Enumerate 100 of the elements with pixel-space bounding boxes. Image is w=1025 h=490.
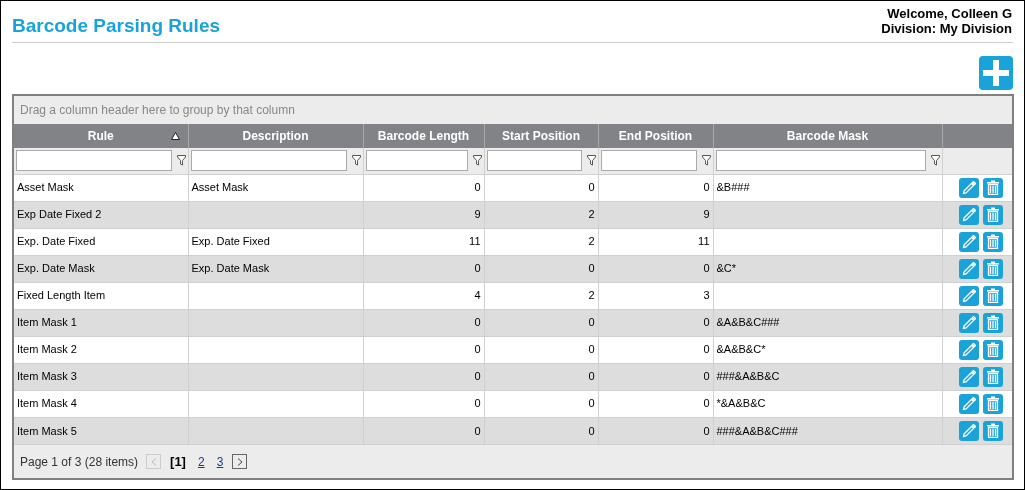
table-cell: 0 — [474, 316, 481, 329]
edit-button[interactable] — [959, 393, 980, 414]
filter-icon[interactable] — [472, 155, 482, 167]
filter-field[interactable] — [600, 150, 697, 172]
page-link[interactable]: 2 — [194, 452, 208, 471]
table-cell: 2 — [588, 289, 595, 302]
group-hint: Drag a column header here to group by that column — [20, 102, 295, 119]
pencil-icon — [962, 342, 977, 357]
edit-button[interactable] — [959, 366, 980, 387]
table-cell: 3 — [703, 289, 710, 302]
edit-button[interactable] — [959, 312, 980, 333]
table-cell: Exp. Date Fixed — [17, 235, 96, 248]
table-cell: &C* — [716, 262, 737, 275]
table-cell: &A&B&C* — [716, 343, 766, 356]
page-title: Barcode Parsing Rules — [12, 16, 221, 35]
pencil-icon — [962, 261, 977, 276]
table-cell: Item Mask 2 — [17, 343, 77, 356]
trash-icon — [986, 180, 1001, 195]
add-button[interactable] — [979, 56, 1013, 90]
delete-button[interactable] — [983, 204, 1004, 225]
pencil-icon — [962, 423, 977, 438]
chevron-right-icon — [236, 457, 243, 466]
table-cell: Asset Mask — [17, 181, 74, 194]
edit-button[interactable] — [959, 231, 980, 252]
table-cell: Asset Mask — [191, 181, 249, 194]
filter-field[interactable] — [486, 150, 582, 172]
pager-summary: Page 1 of 3 (28 items) — [20, 453, 139, 471]
table-cell: Exp. Date Mask — [17, 262, 95, 275]
trash-icon — [986, 369, 1001, 384]
delete-button[interactable] — [983, 366, 1004, 387]
table-cell: 0 — [474, 424, 481, 437]
trash-icon — [986, 342, 1001, 357]
table-cell: 0 — [588, 424, 595, 437]
table-cell: 9 — [474, 208, 481, 221]
table-cell: 2 — [588, 235, 595, 248]
trash-icon — [986, 261, 1001, 276]
filter-field[interactable] — [16, 150, 172, 172]
filter-icon[interactable] — [930, 155, 940, 167]
table-cell: ###&A&B&C### — [716, 424, 798, 437]
delete-button[interactable] — [983, 312, 1004, 333]
edit-button[interactable] — [959, 339, 980, 360]
table-cell: Item Mask 3 — [17, 370, 77, 383]
trash-icon — [986, 423, 1001, 439]
trash-icon — [986, 396, 1001, 411]
delete-button[interactable] — [983, 393, 1004, 414]
edit-button[interactable] — [959, 177, 980, 198]
table-cell: 0 — [703, 316, 710, 329]
table-cell: 0 — [588, 397, 595, 410]
table-cell: 9 — [703, 208, 710, 221]
filter-field[interactable] — [190, 150, 347, 172]
delete-button[interactable] — [983, 420, 1004, 441]
table-cell: 0 — [703, 370, 710, 383]
filter-icon[interactable] — [351, 155, 361, 167]
table-cell: 2 — [588, 208, 595, 221]
pencil-icon — [962, 288, 977, 303]
pencil-icon — [962, 315, 977, 330]
table-cell: 0 — [703, 343, 710, 356]
filter-icon[interactable] — [701, 155, 711, 167]
delete-button[interactable] — [983, 231, 1004, 252]
table-cell: Item Mask 4 — [17, 397, 77, 410]
table-cell: 0 — [588, 262, 595, 275]
delete-button[interactable] — [983, 339, 1004, 360]
pencil-icon — [962, 180, 977, 195]
table-cell: Item Mask 1 — [17, 316, 77, 329]
edit-button[interactable] — [959, 420, 980, 441]
filter-icon[interactable] — [176, 155, 186, 167]
table-cell: Fixed Length Item — [17, 289, 106, 302]
table-cell: 11 — [698, 235, 710, 248]
next-page-button[interactable] — [232, 454, 248, 469]
trash-icon — [986, 207, 1001, 222]
table-cell: 4 — [474, 289, 481, 302]
table-cell: 0 — [588, 181, 595, 194]
table-cell: 0 — [703, 424, 710, 437]
trash-icon — [986, 234, 1001, 249]
page-link[interactable]: [1] — [167, 451, 189, 472]
filter-field[interactable] — [365, 150, 468, 172]
delete-button[interactable] — [983, 258, 1004, 279]
table-cell: 0 — [588, 370, 595, 383]
chevron-left-icon — [150, 457, 157, 466]
table-cell: 0 — [703, 397, 710, 410]
welcome-text: Welcome, Colleen G — [887, 6, 1012, 21]
table-cell: 0 — [703, 262, 710, 275]
edit-button[interactable] — [959, 285, 980, 306]
table-cell: *&A&B&C — [716, 397, 766, 410]
table-cell: Exp. Date Fixed — [191, 235, 270, 248]
trash-icon — [986, 288, 1001, 303]
filter-field[interactable] — [715, 150, 926, 172]
table-cell: Exp Date Fixed 2 — [17, 208, 102, 221]
delete-button[interactable] — [983, 177, 1004, 198]
table-cell: 0 — [474, 397, 481, 410]
page-link[interactable]: 3 — [213, 452, 227, 471]
table-cell: 11 — [469, 235, 481, 248]
trash-icon — [986, 315, 1001, 330]
table-cell: 0 — [474, 181, 481, 194]
edit-button[interactable] — [959, 258, 980, 279]
delete-button[interactable] — [983, 285, 1004, 306]
filter-icon[interactable] — [586, 155, 596, 167]
plus-icon — [983, 60, 1009, 86]
edit-button[interactable] — [959, 204, 980, 225]
sort-ascending-icon — [170, 132, 180, 140]
